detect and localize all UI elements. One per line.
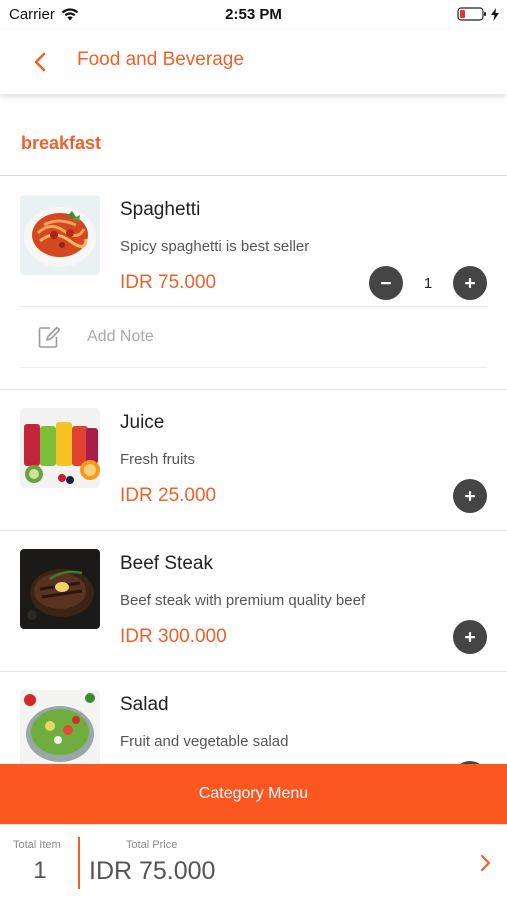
item-name: Beef Steak — [120, 553, 213, 574]
item-description: Fruit and vegetable salad — [120, 733, 289, 750]
charging-bolt-icon — [491, 7, 499, 21]
quantity-stepper: 1 — [369, 266, 487, 300]
item-price: IDR 300.000 — [120, 626, 227, 647]
total-price-label: Total Price — [126, 839, 178, 851]
category-menu-button[interactable]: Category Menu — [0, 764, 507, 824]
item-name: Salad — [120, 694, 169, 715]
category-menu-label: Category Menu — [198, 785, 309, 802]
minus-icon — [381, 282, 391, 285]
item-name: Juice — [120, 412, 165, 433]
plus-icon — [465, 278, 475, 288]
category-title: breakfast — [21, 133, 102, 153]
add-to-cart-button[interactable] — [453, 620, 487, 654]
decrement-button[interactable] — [369, 266, 403, 300]
totals-divider — [78, 837, 80, 889]
menu-item-beef-steak[interactable]: Beef Steak Beef steak with premium quali… — [0, 531, 507, 672]
chevron-left-icon — [34, 52, 46, 72]
total-item-value: 1 — [33, 857, 47, 884]
plus-icon — [465, 632, 475, 642]
chevron-right-icon[interactable] — [477, 852, 495, 874]
nav-bar: Food and Beverage — [0, 30, 507, 94]
status-right — [457, 7, 499, 21]
salad-photo — [20, 690, 100, 765]
edit-note-icon — [38, 326, 60, 348]
plus-icon — [465, 491, 475, 501]
menu-list[interactable]: Spaghetti Spicy spaghetti is best seller… — [0, 177, 507, 765]
juice-photo — [20, 408, 100, 488]
item-description: Spicy spaghetti is best seller — [120, 238, 310, 255]
menu-item-salad[interactable]: Salad Fruit and vegetable salad — [0, 672, 507, 765]
category-section-header: breakfast — [0, 96, 507, 176]
back-button[interactable] — [26, 48, 54, 76]
item-description: Fresh fruits — [120, 451, 196, 468]
total-item-label: Total Item — [13, 839, 61, 851]
order-summary-bar[interactable]: Total Item 1 Total Price IDR 75.000 — [0, 824, 507, 900]
menu-item-spaghetti[interactable]: Spaghetti Spicy spaghetti is best seller… — [0, 177, 507, 390]
page-title: Food and Beverage — [77, 49, 244, 70]
status-bar: Carrier 2:53 PM — [0, 0, 507, 30]
beef-steak-photo — [20, 549, 100, 629]
spaghetti-photo — [20, 195, 100, 275]
item-description: Beef steak with premium quality beef — [120, 592, 366, 609]
item-name: Spaghetti — [120, 199, 201, 220]
status-time: 2:53 PM — [225, 6, 282, 23]
battery-low-icon — [457, 7, 486, 21]
add-to-cart-button[interactable] — [453, 479, 487, 513]
item-price: IDR 75.000 — [120, 272, 217, 293]
add-note-row[interactable]: Add Note — [20, 306, 487, 368]
menu-item-juice[interactable]: Juice Fresh fruits IDR 25.000 — [0, 390, 507, 531]
increment-button[interactable] — [453, 266, 487, 300]
add-note-placeholder: Add Note — [87, 328, 154, 345]
total-price-value: IDR 75.000 — [89, 857, 216, 885]
quantity-value: 1 — [423, 274, 433, 292]
item-price: IDR 25.000 — [120, 485, 217, 506]
